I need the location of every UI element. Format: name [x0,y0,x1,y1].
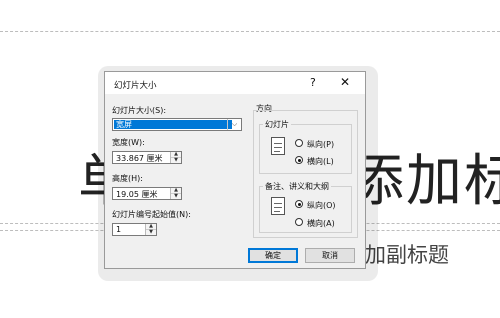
width-label: 宽度(W): [112,138,145,147]
notes-portrait-label[interactable]: 纵向(O) [307,200,336,211]
slides-portrait-label[interactable]: 纵向(P) [307,139,334,150]
down-arrow-icon[interactable]: ▼ [171,158,181,163]
cancel-button[interactable]: 取消 [305,248,355,263]
slide-size-value: 宽屏 [114,120,232,129]
notes-page-icon [271,197,285,215]
number-from-spinner[interactable]: 1 ▲ ▼ [112,223,157,236]
slide-size-select[interactable]: 宽屏 ⌵ [112,118,242,131]
slides-landscape-radio[interactable] [295,156,303,164]
help-button[interactable]: ? [310,76,316,89]
width-spinner[interactable]: 33.867 厘米 ▲ ▼ [112,151,182,164]
slides-landscape-label[interactable]: 横向(L) [307,156,334,167]
notes-landscape-radio[interactable] [295,218,303,226]
dialog-title: 幻灯片大小 [114,81,157,91]
notes-portrait-radio[interactable] [295,200,303,208]
number-from-value: 1 [116,225,122,234]
slide-page-icon [271,137,285,155]
slides-portrait-radio[interactable] [295,139,303,147]
chevron-down-icon[interactable]: ⌵ [227,119,241,130]
number-from-label: 幻灯片编号起始值(N): [112,210,191,219]
width-value: 33.867 厘米 [116,154,163,163]
down-arrow-icon[interactable]: ▼ [171,194,181,199]
notes-landscape-label[interactable]: 横向(A) [307,218,335,229]
down-arrow-icon[interactable]: ▼ [146,230,156,235]
ok-button[interactable]: 确定 [248,248,298,263]
height-value: 19.05 厘米 [116,190,158,199]
slide-size-dialog: 幻灯片大小 ? ✕ 幻灯片大小(S): 宽屏 ⌵ 宽度(W): 33.867 厘… [104,71,366,269]
placeholder-border-top [0,31,500,32]
slide-size-label: 幻灯片大小(S): [112,106,167,115]
close-button[interactable]: ✕ [340,75,350,89]
dialog-titlebar[interactable]: 幻灯片大小 ? ✕ [105,72,365,94]
height-label: 高度(H): [112,174,143,183]
notes-group-label: 备注、讲义和大纲 [263,181,331,192]
height-spinner[interactable]: 19.05 厘米 ▲ ▼ [112,187,182,200]
slides-group-label: 幻灯片 [263,119,291,130]
